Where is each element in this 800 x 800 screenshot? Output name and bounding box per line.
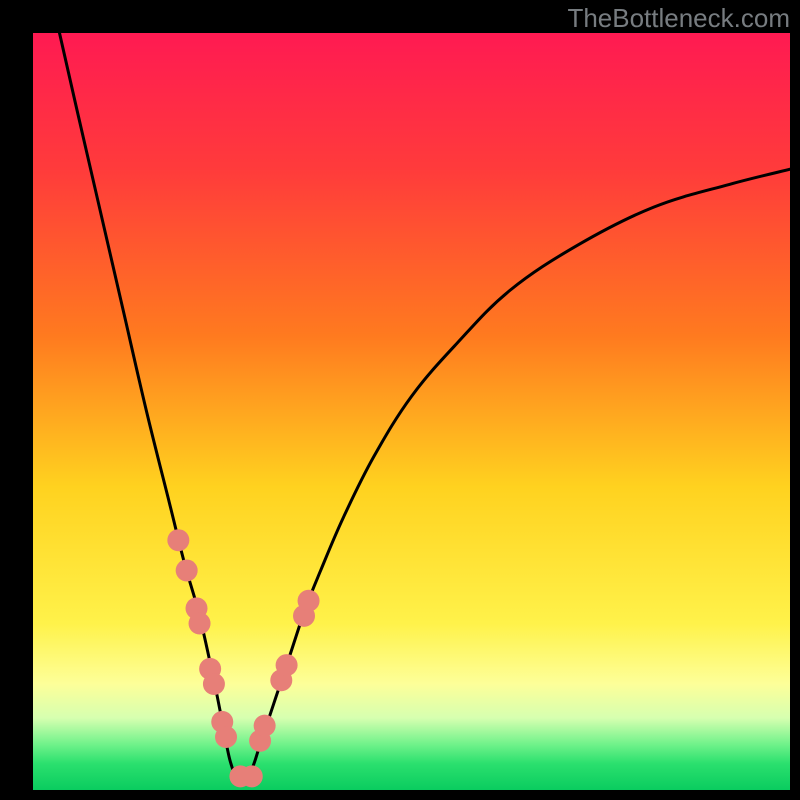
data-marker xyxy=(254,715,276,737)
bottleneck-curve xyxy=(60,33,791,781)
chart-svg xyxy=(33,33,790,790)
data-marker xyxy=(203,673,225,695)
data-marker xyxy=(241,765,263,787)
data-marker xyxy=(215,726,237,748)
plot-area xyxy=(33,33,790,790)
data-marker xyxy=(276,654,298,676)
data-marker xyxy=(298,590,320,612)
watermark-text: TheBottleneck.com xyxy=(567,3,790,34)
data-marker xyxy=(176,559,198,581)
marker-group xyxy=(167,529,319,787)
outer-frame: TheBottleneck.com xyxy=(0,0,800,800)
data-marker xyxy=(189,612,211,634)
data-marker xyxy=(167,529,189,551)
